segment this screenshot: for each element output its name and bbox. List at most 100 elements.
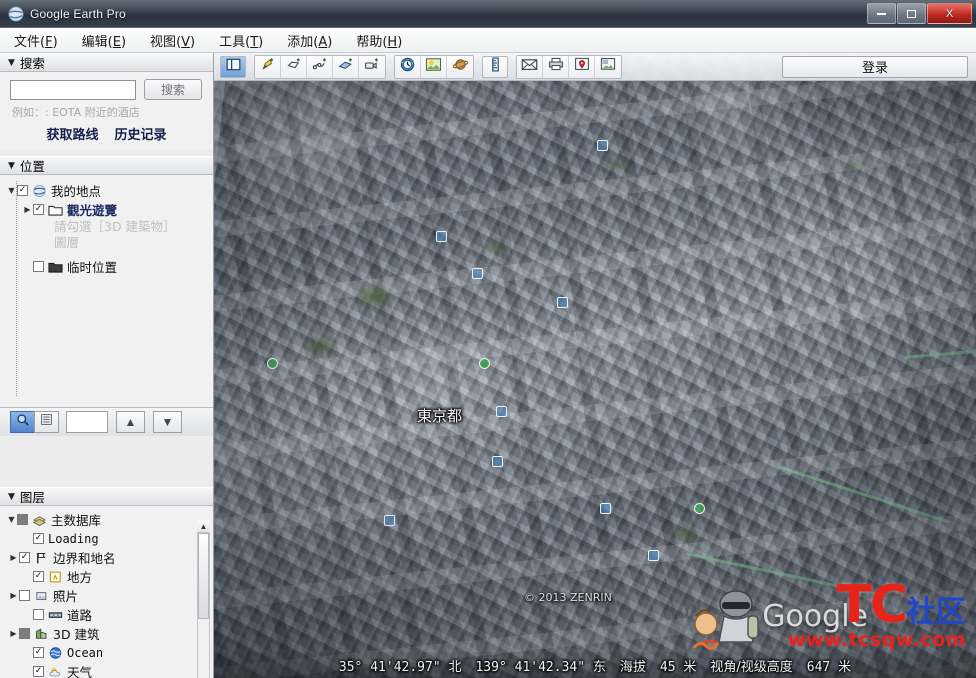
map-poi-marker[interactable] [436,231,447,242]
scroll-up-icon[interactable]: ▲ [198,520,209,532]
map-poi-marker[interactable] [496,406,507,417]
search-row: 搜索 [0,72,213,100]
envelope-icon [521,58,538,76]
twisty-icon[interactable]: ▼ [6,515,17,524]
historical-imagery-button[interactable] [395,55,421,78]
email-button[interactable] [517,55,543,78]
search-panel-header[interactable]: ▼ 搜索 [0,53,213,72]
map-viewport[interactable]: 東京都 © 2013 ZENRIN [214,53,976,678]
places-item-sightseeing[interactable]: ▶ ✓ 觀光遊覽 [0,200,213,219]
layer-item-photos[interactable]: ▶ 照片 [0,586,213,605]
layers-scrollbar[interactable]: ▲ ▼ [197,520,210,678]
search-panel-body: 搜索 例如：: EOTA 附近的酒店 获取路线 历史记录 [0,72,213,149]
checkbox-my-places[interactable]: ✓ [17,185,28,196]
checkbox-ocean[interactable]: ✓ [33,647,44,658]
map-poi-marker[interactable] [384,515,395,526]
menu-add[interactable]: 添加(A) [287,31,332,50]
map-poi-marker[interactable] [492,456,503,467]
checkbox-borders[interactable]: ✓ [19,552,30,563]
map-poi-marker[interactable] [597,140,608,151]
places-down-button[interactable]: ▼ [153,411,182,433]
places-panel-header[interactable]: ▼ 位置 [0,156,213,175]
close-button[interactable]: X [927,3,972,24]
layer-item-weather[interactable]: ✓ 天气 [0,662,213,678]
layer-item-label: 地方 [67,570,93,585]
map-poi-marker[interactable] [472,268,483,279]
satellite-imagery [214,53,976,678]
checkbox-3d-buildings[interactable] [19,628,30,639]
map-poi-marker[interactable] [648,550,659,561]
places-search-button[interactable] [10,411,35,433]
checkbox-sightseeing[interactable]: ✓ [33,204,44,215]
print-button[interactable] [543,55,569,78]
save-image-button[interactable] [595,55,621,78]
minimize-button[interactable] [867,3,896,24]
planets-button[interactable] [447,55,473,78]
twisty-icon[interactable]: ▶ [22,205,33,214]
add-polygon-button[interactable] [281,55,307,78]
map-poi-marker[interactable] [267,358,278,369]
layer-item-roads[interactable]: 道路 [0,605,213,624]
status-bar: 35° 41'42.97" 北 139° 41'42.34" 东 海拔 45 米… [214,652,976,678]
map-poi-marker[interactable] [557,297,568,308]
menu-help[interactable]: 帮助(H) [356,31,402,50]
menu-view-label: 视图 [150,34,177,50]
search-button[interactable]: 搜索 [144,79,202,100]
checkbox-places[interactable]: ✓ [33,571,44,582]
layer-item-loading[interactable]: ✓ Loading [0,529,213,548]
title-bar: Google Earth Pro X [0,0,976,28]
database-icon [32,513,47,527]
checkbox-weather[interactable]: ✓ [33,666,44,677]
layer-item-places[interactable]: ✓ 地方 [0,567,213,586]
checkbox-photos[interactable] [19,590,30,601]
layers-scrollbar-thumb[interactable] [198,533,209,619]
layers-root-item[interactable]: ▼ 主数据库 [0,510,213,529]
add-path-button[interactable] [307,55,333,78]
layer-item-3d-buildings[interactable]: ▶ 3D 建筑 [0,624,213,643]
menu-view[interactable]: 视图(V) [150,31,195,50]
layer-item-label: 道路 [67,608,93,623]
history-link[interactable]: 历史记录 [115,124,167,143]
list-icon [40,413,53,431]
map-poi-marker[interactable] [600,503,611,514]
sunlight-button[interactable] [421,55,447,78]
twisty-icon[interactable]: ▶ [8,629,19,638]
places-item-temporary[interactable]: 临时位置 [0,257,213,276]
checkbox-loading[interactable]: ✓ [33,533,44,544]
map-poi-marker[interactable] [694,503,705,514]
close-icon: X [945,7,954,20]
menu-bar: 文件(F) 编辑(E) 视图(V) 工具(T) 添加(A) 帮助(H) [0,28,976,53]
twisty-icon[interactable]: ▶ [8,553,19,562]
checkbox-primary-database[interactable] [17,514,28,525]
view-in-maps-button[interactable] [569,55,595,78]
twisty-icon[interactable]: ▶ [8,591,19,600]
layer-item-ocean[interactable]: ✓ Ocean [0,643,213,662]
ruler-button[interactable] [482,55,508,78]
menu-edit[interactable]: 编辑(E) [82,31,126,50]
layer-item-borders[interactable]: ▶ ✓ 边界和地名 [0,548,213,567]
get-directions-link[interactable]: 获取路线 [46,124,98,143]
add-overlay-button[interactable] [333,55,359,78]
places-up-button[interactable]: ▲ [116,411,145,433]
places-item-my-places[interactable]: ▼ ✓ 我的地点 [0,181,213,200]
map-poi-marker[interactable] [479,358,490,369]
search-input[interactable] [10,79,136,100]
menu-help-mnemonic: H [387,34,398,50]
checkbox-temporary[interactable] [33,261,44,272]
layers-panel-header[interactable]: ▼ 图层 [0,487,213,506]
places-filter-input[interactable] [66,411,108,433]
places-panel: ▼ 位置 ▼ ✓ 我的地点 ▶ ✓ 觀光遊覽 請勾選［3D 建築物］圖層 临时位… [0,156,213,436]
record-tour-button[interactable] [359,55,385,78]
places-list-button[interactable] [34,411,59,433]
toggle-sidebar-button[interactable] [220,55,246,78]
menu-tools[interactable]: 工具(T) [219,31,263,50]
maximize-button[interactable] [897,3,926,24]
menu-file[interactable]: 文件(F) [14,31,58,50]
layers-panel-title: 图层 [19,490,45,505]
add-placemark-button[interactable] [255,55,281,78]
menu-edit-mnemonic: E [112,34,121,50]
share-tools-group [516,54,622,79]
checkbox-roads[interactable] [33,609,44,620]
search-hint: 例如：: EOTA 附近的酒店 [12,106,140,119]
signin-button[interactable]: 登录 [782,55,968,78]
